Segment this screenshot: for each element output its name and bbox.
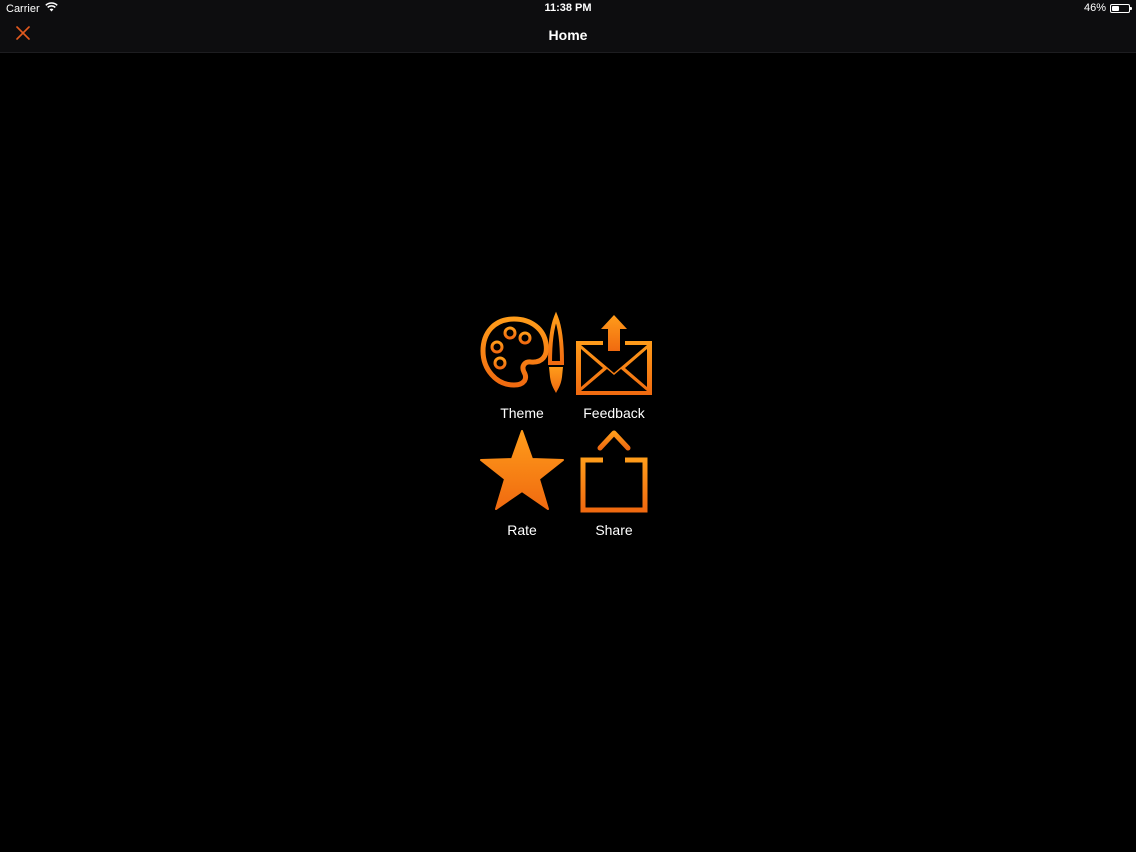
star-icon [477, 426, 567, 516]
share-icon [569, 426, 659, 516]
rate-button[interactable]: Rate [476, 426, 568, 543]
theme-button[interactable]: Theme [476, 309, 568, 426]
status-right: 46% [1083, 2, 1132, 14]
share-label: Share [595, 522, 633, 538]
status-time: 11:38 PM [544, 2, 592, 14]
menu-grid: Theme Feedback Rate Share [476, 309, 660, 543]
status-bar: Carrier 11:38 PM 46% [0, 0, 1136, 18]
rate-label: Rate [507, 522, 537, 538]
feedback-label: Feedback [583, 405, 645, 421]
battery-tip [1130, 6, 1132, 10]
feedback-button[interactable]: Feedback [568, 309, 660, 426]
theme-label: Theme [500, 405, 544, 421]
battery-icon [1110, 3, 1132, 13]
share-button[interactable]: Share [568, 426, 660, 543]
nav-bar: Home [0, 18, 1136, 53]
home-screen: Carrier 11:38 PM 46% Home Theme Feedback… [0, 0, 1136, 852]
battery-percent: 46% [1083, 2, 1106, 14]
page-title: Home [548, 27, 588, 43]
palette-brush-icon [477, 309, 567, 399]
mail-upload-icon [569, 309, 659, 399]
battery-level-fill [1112, 5, 1119, 11]
